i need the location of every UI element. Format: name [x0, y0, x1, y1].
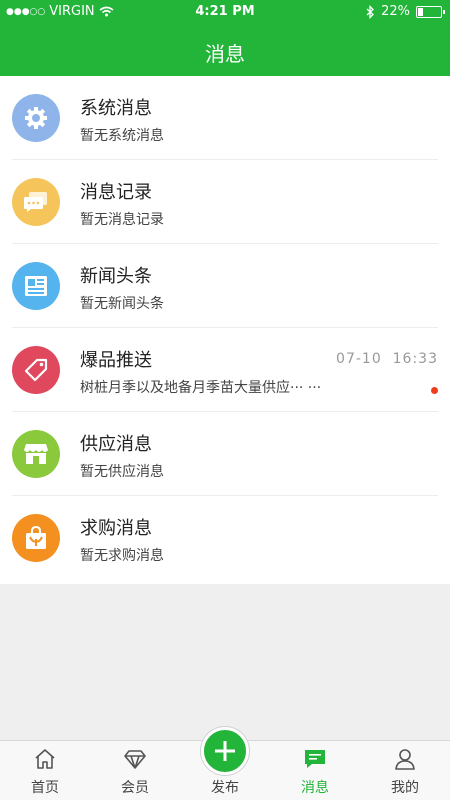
newspaper-icon [12, 262, 60, 310]
tab-label: 会员 [121, 780, 149, 796]
page-title: 消息 [205, 42, 245, 66]
tab-label: 消息 [301, 780, 329, 796]
item-subtitle: 暂无供应消息 [80, 464, 164, 480]
item-title: 求购消息 [80, 518, 152, 539]
item-timestamp: 07-10 16:33 [336, 351, 438, 367]
list-item-system-messages[interactable]: 系统消息 暂无系统消息 [0, 76, 450, 160]
gear-icon [12, 94, 60, 142]
item-title: 系统消息 [80, 98, 152, 119]
chat-record-icon [12, 178, 60, 226]
message-list: 系统消息 暂无系统消息 消息记录 暂无消息记录 新闻头条 暂无新闻头条 爆品推送… [0, 76, 450, 584]
status-right: 22% [366, 4, 445, 19]
item-date: 07-10 [336, 351, 382, 367]
item-subtitle: 暂无系统消息 [80, 128, 164, 144]
status-bar: ●●●○○ VIRGIN 4:21 PM 22% [0, 0, 450, 24]
user-icon [395, 749, 415, 770]
home-icon [35, 749, 55, 769]
plus-icon [215, 741, 235, 761]
list-item-news-headlines[interactable]: 新闻头条 暂无新闻头条 [0, 244, 450, 328]
list-item-hot-push[interactable]: 爆品推送 07-10 16:33 树桩月季以及地备月季苗大量供应··· ··· [0, 328, 450, 412]
diamond-icon [124, 750, 146, 769]
item-title: 消息记录 [80, 182, 152, 203]
item-subtitle: 树桩月季以及地备月季苗大量供应··· ··· [80, 380, 322, 396]
tab-bar: 首页 会员 发布 消息 我的 [0, 727, 450, 800]
battery-icon [416, 5, 445, 18]
tab-label: 首页 [31, 780, 59, 796]
item-subtitle: 暂无求购消息 [80, 548, 164, 564]
tab-label: 我的 [391, 780, 419, 796]
item-title: 新闻头条 [80, 266, 152, 287]
message-icon [305, 750, 325, 768]
item-title: 爆品推送 [80, 350, 152, 371]
tab-label: 发布 [211, 780, 239, 796]
bluetooth-icon [366, 4, 375, 19]
shopping-bag-icon [12, 514, 60, 562]
list-item-message-records[interactable]: 消息记录 暂无消息记录 [0, 160, 450, 244]
item-subtitle: 暂无消息记录 [80, 212, 164, 228]
item-time: 16:33 [392, 351, 438, 367]
tag-icon [12, 346, 60, 394]
tab-mine[interactable]: 我的 [360, 741, 450, 800]
publish-button[interactable] [201, 727, 249, 775]
tab-member[interactable]: 会员 [90, 741, 180, 800]
header: ●●●○○ VIRGIN 4:21 PM 22% 消息 [0, 0, 450, 76]
tab-home[interactable]: 首页 [0, 741, 90, 800]
tab-publish[interactable]: 发布 [180, 727, 270, 800]
storefront-icon [12, 430, 60, 478]
item-subtitle: 暂无新闻头条 [80, 296, 164, 312]
list-item-purchase-messages[interactable]: 求购消息 暂无求购消息 [0, 496, 450, 580]
tab-messages[interactable]: 消息 [270, 741, 360, 800]
list-item-supply-messages[interactable]: 供应消息 暂无供应消息 [0, 412, 450, 496]
item-title: 供应消息 [80, 434, 152, 455]
battery-percent: 22% [381, 4, 410, 19]
unread-dot [431, 387, 438, 394]
